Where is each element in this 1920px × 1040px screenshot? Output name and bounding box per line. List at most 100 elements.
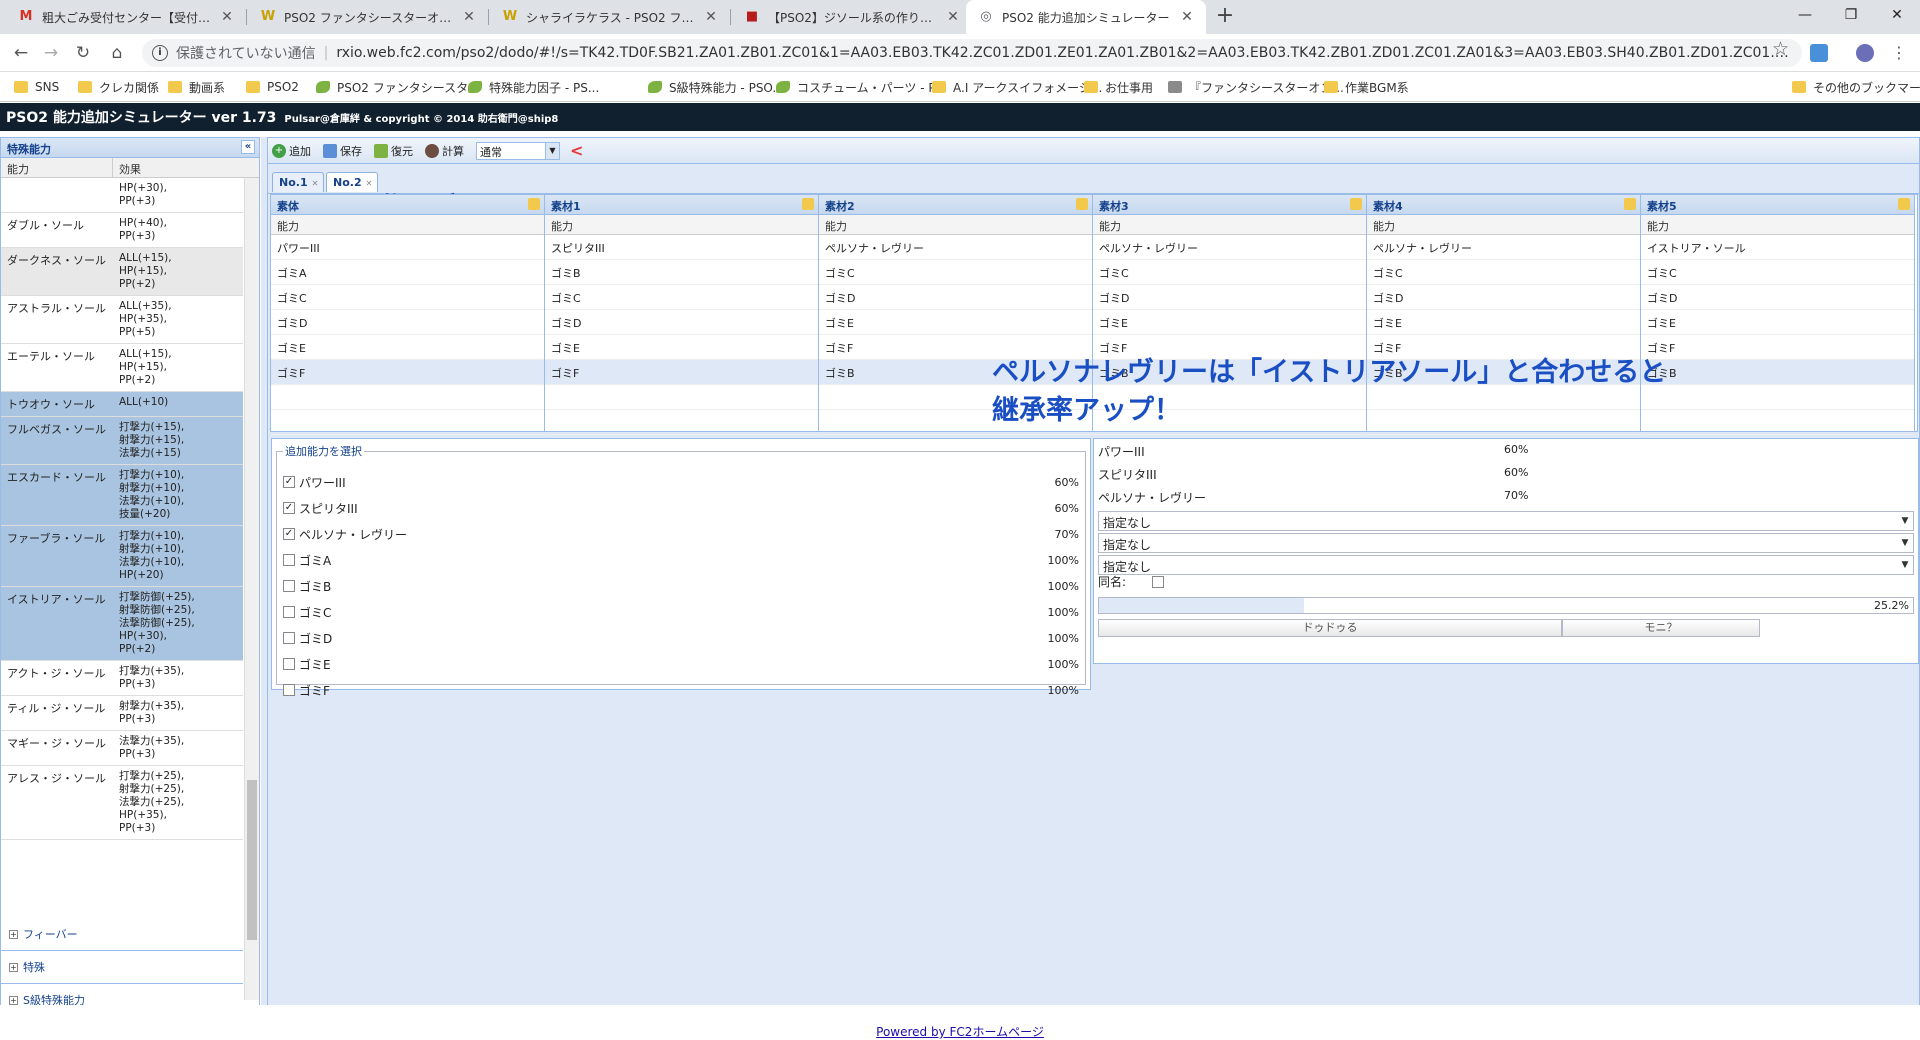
ability-option[interactable]: ✓ パワーIII 60%	[283, 471, 1079, 493]
ability-row[interactable]: エーテル・ソール ALL(+15), HP(+15), PP(+2)	[1, 344, 243, 392]
material-cell[interactable]	[545, 410, 818, 435]
browser-tab[interactable]: M 粗大ごみ受付センター【受付完了メー ✕	[6, 0, 246, 34]
browser-tab[interactable]: W シャライラケラス - PSO2 ファンタシース ✕	[490, 0, 730, 34]
material-cell[interactable]	[1641, 385, 1914, 410]
bookmark-item[interactable]: 特殊能力因子 - PS...	[468, 77, 599, 97]
material-cell[interactable]: ゴミC	[819, 260, 1092, 285]
ability-row[interactable]: イストリア・ソール 打撃防御(+25), 射撃防御(+25), 法撃防御(+25)…	[1, 587, 243, 661]
ability-checkbox[interactable]	[283, 554, 295, 566]
bookmark-item[interactable]: A.I アークスイフォメーシ...	[932, 77, 1102, 97]
same-name-checkbox[interactable]	[1152, 575, 1165, 588]
ability-checkbox[interactable]	[283, 632, 295, 644]
column-header-effect[interactable]: 効果	[113, 158, 259, 177]
material-cell[interactable]	[271, 385, 544, 410]
ability-row[interactable]: HP(+30), PP(+3)	[1, 178, 243, 213]
bookmark-item[interactable]: 作業BGM系	[1324, 77, 1409, 97]
ability-row[interactable]: ダブル・ソール HP(+40), PP(+3)	[1, 213, 243, 248]
ability-row[interactable]: アレス・ジ・ソール 打撃力(+25), 射撃力(+25), 法撃力(+25), H…	[1, 766, 243, 840]
reload-icon[interactable]: ↻	[70, 40, 96, 66]
dodo-button[interactable]: ドゥドゥる	[1098, 619, 1562, 637]
material-cell[interactable]: ゴミC	[545, 285, 818, 310]
fc2-footer-link[interactable]: Powered by FC2ホームページ	[876, 1025, 1044, 1039]
ability-option[interactable]: ✓ スピリタIII 60%	[283, 497, 1079, 519]
ability-checkbox[interactable]	[283, 684, 295, 696]
lock-icon[interactable]	[1624, 198, 1636, 210]
ability-option[interactable]: ゴミC 100%	[283, 601, 1079, 623]
bookmark-item[interactable]: 『ファンタシースターオン...	[1168, 77, 1344, 97]
close-icon[interactable]: ✕	[946, 9, 960, 25]
tab-no1[interactable]: No.1 ✕	[272, 172, 324, 192]
material-cell[interactable]: ゴミE	[1367, 310, 1640, 335]
material-cell[interactable]	[545, 385, 818, 410]
material-cell[interactable]: ゴミD	[1641, 285, 1914, 310]
ability-option[interactable]: ゴミB 100%	[283, 575, 1079, 597]
material-cell[interactable]: ゴミD	[545, 310, 818, 335]
material-cell[interactable]: ゴミB	[1641, 360, 1914, 385]
omnibox[interactable]: i 保護されていない通信 | rxio.web.fc2.com/pso2/dod…	[142, 39, 1802, 67]
material-cell[interactable]: ゴミF	[545, 360, 818, 385]
ability-row[interactable]: トウオウ・ソール ALL(+10)	[1, 392, 243, 417]
material-cell[interactable]: ゴミC	[1641, 260, 1914, 285]
material-cell[interactable]: パワーIII	[271, 235, 544, 260]
restore-button[interactable]: 復元	[374, 143, 413, 159]
material-cell[interactable]: ゴミE	[819, 310, 1092, 335]
close-icon[interactable]: ✕	[312, 179, 319, 188]
ability-option[interactable]: ゴミD 100%	[283, 627, 1079, 649]
save-button[interactable]: 保存	[323, 143, 362, 159]
add-button[interactable]: + 追加	[272, 143, 311, 159]
ability-option[interactable]: ゴミF 100%	[283, 679, 1079, 701]
material-cell[interactable]: ゴミE	[1641, 310, 1914, 335]
ability-checkbox[interactable]: ✓	[283, 502, 295, 514]
ability-row[interactable]: エスカード・ソール 打撃力(+10), 射撃力(+10), 法撃力(+10), 技…	[1, 465, 243, 526]
ability-row[interactable]: ティル・ジ・ソール 射撃力(+35), PP(+3)	[1, 696, 243, 731]
close-icon[interactable]: ✕	[462, 9, 476, 25]
ability-checkbox[interactable]	[283, 580, 295, 592]
scrollbar-thumb[interactable]	[247, 780, 257, 940]
lock-icon[interactable]	[1898, 198, 1910, 210]
ability-checkbox[interactable]: ✓	[283, 476, 295, 488]
ability-row[interactable]: マギー・ジ・ソール 法撃力(+35), PP(+3)	[1, 731, 243, 766]
ability-dropdown[interactable]: 指定なし ▼	[1098, 555, 1914, 575]
ability-row[interactable]: アクト・ジ・ソール 打撃力(+35), PP(+3)	[1, 661, 243, 696]
ability-row[interactable]: ファーブラ・ソール 打撃力(+10), 射撃力(+10), 法撃力(+10), H…	[1, 526, 243, 587]
ability-dropdown[interactable]: 指定なし ▼	[1098, 533, 1914, 553]
extension-icon[interactable]	[1810, 44, 1828, 62]
material-cell[interactable]: ゴミD	[271, 310, 544, 335]
material-cell[interactable]: ゴミA	[271, 260, 544, 285]
material-cell[interactable]: ゴミD	[1093, 285, 1366, 310]
material-cell[interactable]: ゴミF	[1641, 335, 1914, 360]
minimize-button[interactable]: —	[1782, 0, 1828, 30]
forward-icon[interactable]: →	[38, 40, 64, 66]
material-cell[interactable]: ゴミD	[1367, 285, 1640, 310]
close-icon[interactable]: ✕	[1180, 9, 1194, 25]
profile-avatar[interactable]	[1856, 44, 1874, 62]
close-icon[interactable]: ✕	[220, 9, 234, 25]
bookmark-item[interactable]: お仕事用	[1084, 77, 1153, 97]
share-icon[interactable]: <	[570, 141, 583, 160]
ability-group[interactable]: + 特殊	[1, 951, 243, 984]
bookmark-item[interactable]: 動画系	[168, 77, 225, 97]
material-cell[interactable]: ゴミE	[545, 335, 818, 360]
ability-row[interactable]: ダークネス・ソール ALL(+15), HP(+15), PP(+2)	[1, 248, 243, 296]
lock-icon[interactable]	[1076, 198, 1088, 210]
material-cell[interactable]: ゴミD	[819, 285, 1092, 310]
browser-tab[interactable]: ◎ PSO2 能力追加シミュレーター ✕	[966, 0, 1206, 34]
material-cell[interactable]: ゴミC	[1367, 260, 1640, 285]
close-icon[interactable]: ✕	[366, 179, 373, 188]
ability-row[interactable]: アストラル・ソール ALL(+35), HP(+35), PP(+5)	[1, 296, 243, 344]
ability-group[interactable]: + フィーバー	[1, 918, 243, 951]
tab-no2[interactable]: No.2 ✕	[326, 172, 378, 192]
lock-icon[interactable]	[528, 198, 540, 210]
ability-checkbox[interactable]	[283, 658, 295, 670]
ability-row[interactable]: フルベガス・ソール 打撃力(+15), 射撃力(+15), 法撃力(+15)	[1, 417, 243, 465]
menu-dots-icon[interactable]: ⋮	[1886, 40, 1912, 66]
ability-option[interactable]: ✓ ペルソナ・レヴリー 70%	[283, 523, 1079, 545]
lock-icon[interactable]	[802, 198, 814, 210]
material-cell[interactable]: ゴミB	[545, 260, 818, 285]
ability-checkbox[interactable]: ✓	[283, 528, 295, 540]
calc-button[interactable]: 計算	[425, 143, 464, 159]
home-icon[interactable]: ⌂	[104, 40, 130, 66]
browser-tab[interactable]: ■ 【PSO2】ジソール系の作り方とイクス ✕	[732, 0, 972, 34]
material-cell[interactable]: ゴミC	[271, 285, 544, 310]
material-cell[interactable]: ゴミE	[1093, 310, 1366, 335]
